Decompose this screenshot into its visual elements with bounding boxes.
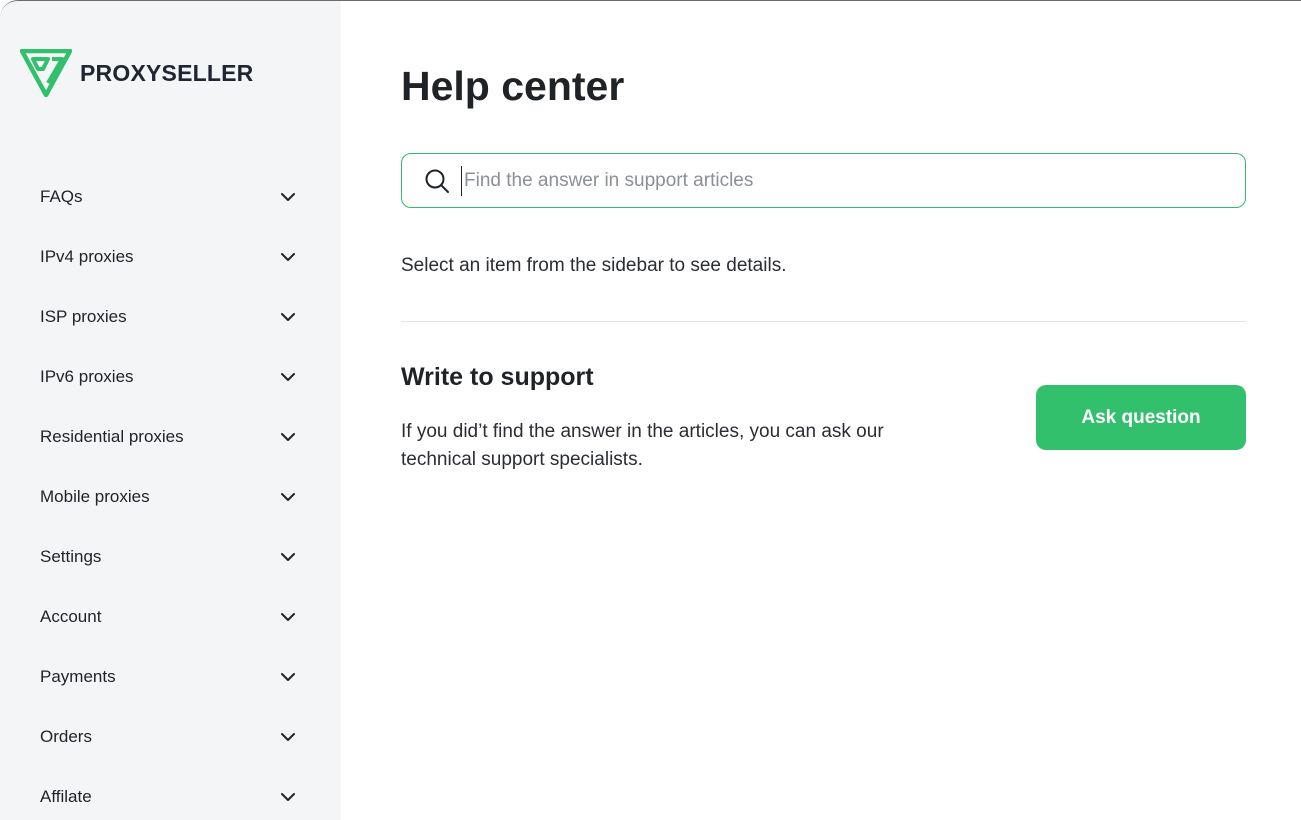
sidebar-item-residential-proxies[interactable]: Residential proxies <box>0 407 341 467</box>
search-input[interactable] <box>461 165 1245 196</box>
sidebar-item-label: FAQs <box>40 187 83 206</box>
app-window: PROXYSELLER FAQs IPv4 proxies ISP proxie… <box>0 0 1301 820</box>
ask-question-button[interactable]: Ask question <box>1036 385 1246 450</box>
sidebar-item-payments[interactable]: Payments <box>0 647 341 707</box>
sidebar-item-label: Settings <box>40 547 102 566</box>
sidebar-item-ipv6-proxies[interactable]: IPv6 proxies <box>0 347 341 407</box>
sidebar-item-label: Account <box>40 607 102 626</box>
chevron-down-icon[interactable] <box>279 548 297 566</box>
chevron-down-icon[interactable] <box>279 608 297 626</box>
chevron-down-icon[interactable] <box>279 788 297 806</box>
chevron-down-icon[interactable] <box>279 488 297 506</box>
section-divider <box>401 321 1246 322</box>
search-icon <box>425 169 449 193</box>
chevron-down-icon[interactable] <box>279 248 297 266</box>
sidebar-item-isp-proxies[interactable]: ISP proxies <box>0 287 341 347</box>
brand-name: PROXYSELLER <box>80 59 254 86</box>
page-title: Help center <box>401 63 625 109</box>
sidebar-item-label: Payments <box>40 667 116 686</box>
sidebar-item-label: Affilate <box>40 787 92 806</box>
chevron-down-icon[interactable] <box>279 428 297 446</box>
support-section-title: Write to support <box>401 363 594 391</box>
support-description: If you did’t find the answer in the arti… <box>401 421 884 470</box>
sidebar-item-account[interactable]: Account <box>0 587 341 647</box>
sidebar-item-affilate[interactable]: Affilate <box>0 767 341 820</box>
search-bar[interactable] <box>401 153 1246 208</box>
chevron-down-icon[interactable] <box>279 668 297 686</box>
chevron-down-icon[interactable] <box>279 368 297 386</box>
sidebar-item-label: Orders <box>40 727 92 746</box>
brand-logo[interactable]: PROXYSELLER <box>20 49 253 97</box>
sidebar: PROXYSELLER FAQs IPv4 proxies ISP proxie… <box>0 1 341 820</box>
sidebar-item-label: Residential proxies <box>40 427 184 446</box>
sidebar-item-label: IPv6 proxies <box>40 367 134 386</box>
sidebar-nav: FAQs IPv4 proxies ISP proxies IPv6 proxi… <box>0 167 341 820</box>
sidebar-item-ipv4-proxies[interactable]: IPv4 proxies <box>0 227 341 287</box>
chevron-down-icon[interactable] <box>279 308 297 326</box>
sidebar-item-label: ISP proxies <box>40 307 127 326</box>
sidebar-item-settings[interactable]: Settings <box>0 527 341 587</box>
sidebar-item-mobile-proxies[interactable]: Mobile proxies <box>0 467 341 527</box>
sidebar-item-orders[interactable]: Orders <box>0 707 341 767</box>
chevron-down-icon[interactable] <box>279 188 297 206</box>
sidebar-item-label: Mobile proxies <box>40 487 150 506</box>
chevron-down-icon[interactable] <box>279 728 297 746</box>
empty-state-hint: Select an item from the sidebar to see d… <box>401 255 787 276</box>
proxyseller-logo-icon <box>20 49 72 97</box>
sidebar-item-label: IPv4 proxies <box>40 247 134 266</box>
sidebar-item-faqs[interactable]: FAQs <box>0 167 341 227</box>
